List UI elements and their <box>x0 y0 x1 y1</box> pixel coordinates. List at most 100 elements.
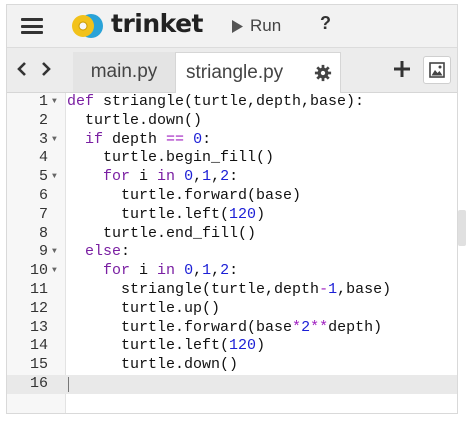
top-header: trinket Run ? <box>7 5 457 48</box>
number-token: 1 <box>202 168 212 186</box>
text-token: turtle.down() <box>121 356 239 374</box>
fold-arrow-icon[interactable]: ▼ <box>52 93 57 112</box>
brand-name: trinket <box>111 9 204 38</box>
operator-token: ** <box>310 318 329 336</box>
operator-token: * <box>292 318 302 336</box>
number-token: 0 <box>184 168 194 186</box>
operator-token: == <box>166 130 185 148</box>
keyword-token: for <box>103 262 131 280</box>
code-editor[interactable]: 1 ▼ def striangle(turtle,depth,base): 2 tur… <box>7 93 457 413</box>
help-button[interactable]: ? <box>320 13 331 34</box>
image-view-button[interactable] <box>423 56 451 84</box>
number-token: 1 <box>328 280 338 298</box>
code-text: turtle.end_fill() <box>67 225 256 244</box>
text-token: striangle(turtle,depth,base): <box>94 93 365 110</box>
line-number: 9 <box>38 243 48 261</box>
line-number: 7 <box>38 205 48 223</box>
number-token: 2 <box>220 262 230 280</box>
text-token: turtle.left( <box>121 337 230 355</box>
text-token: turtle.up() <box>121 299 221 317</box>
line-number: 5 <box>38 168 48 186</box>
code-line[interactable]: 2 turtle.down() <box>7 112 457 131</box>
code-line[interactable]: 6 turtle.forward(base) <box>7 187 457 206</box>
text-token: turtle.down() <box>85 111 203 129</box>
text-token: , <box>211 262 221 280</box>
chevron-right-icon[interactable] <box>37 58 55 80</box>
play-icon <box>232 19 243 33</box>
code-line[interactable]: 7 turtle.left(120) <box>7 206 457 225</box>
code-text: turtle.left(120) <box>67 337 265 356</box>
plus-icon[interactable] <box>393 60 411 78</box>
code-line[interactable]: 14 turtle.left(120) <box>7 337 457 356</box>
code-line[interactable]: 15 turtle.down() <box>7 356 457 375</box>
code-line[interactable]: 5 ▼ for i in 0,1,2: <box>7 168 457 187</box>
number-token: 0 <box>184 262 194 280</box>
image-icon <box>429 62 445 78</box>
code-text: striangle(turtle,depth-1,base) <box>67 281 391 300</box>
line-number: 3 <box>38 130 48 148</box>
chevron-left-icon[interactable] <box>13 58 31 80</box>
code-text: turtle.down() <box>67 112 202 131</box>
operator-token: - <box>319 280 329 298</box>
fold-arrow-icon[interactable]: ▼ <box>52 262 57 281</box>
line-number: 13 <box>29 318 48 336</box>
tab-label: striangle.py <box>186 62 284 83</box>
text-token: turtle.forward(base) <box>121 186 302 204</box>
text-token: striangle(turtle,depth <box>121 280 320 298</box>
keyword-token: def <box>67 93 95 110</box>
text-token: , <box>193 168 203 186</box>
hamburger-icon[interactable] <box>21 15 43 37</box>
keyword-token: for <box>103 168 131 186</box>
code-line[interactable]: 10 ▼ for i in 0,1,2: <box>7 262 457 281</box>
text-token: i <box>130 262 158 280</box>
line-number: 16 <box>29 374 48 392</box>
code-line[interactable]: 16 <box>7 374 457 394</box>
code-line[interactable]: 1 ▼ def striangle(turtle,depth,base): <box>7 93 457 112</box>
fold-arrow-icon[interactable]: ▼ <box>52 168 57 187</box>
text-token: ,base) <box>337 280 392 298</box>
number-token: 120 <box>229 337 257 355</box>
number-token: 0 <box>193 130 203 148</box>
code-line[interactable]: 4 turtle.begin_fill() <box>7 149 457 168</box>
run-button[interactable]: Run <box>231 13 281 39</box>
line-number: 2 <box>38 111 48 129</box>
code-line[interactable]: 3 ▼ if depth == 0: <box>7 131 457 150</box>
number-token: 120 <box>229 205 257 223</box>
keyword-token: in <box>157 168 176 186</box>
text-token: depth) <box>328 318 383 336</box>
text-token: : <box>121 243 131 261</box>
number-token: 2 <box>301 318 311 336</box>
line-number: 10 <box>29 262 48 280</box>
fold-arrow-icon[interactable]: ▼ <box>52 131 57 150</box>
gear-icon[interactable] <box>314 64 332 82</box>
code-text: turtle.forward(base*2**depth) <box>67 319 382 338</box>
line-number: 6 <box>38 186 48 204</box>
code-lines: 1 ▼ def striangle(turtle,depth,base): 2 tur… <box>7 93 457 394</box>
text-token: : <box>229 262 239 280</box>
tab-striangle-py[interactable]: striangle.py <box>175 52 341 93</box>
text-token: i <box>130 168 158 186</box>
line-number: 12 <box>29 299 48 317</box>
code-line[interactable]: 8 turtle.end_fill() <box>7 225 457 244</box>
text-token: , <box>211 168 221 186</box>
code-line[interactable]: 13 turtle.forward(base*2**depth) <box>7 319 457 338</box>
code-text: turtle.left(120) <box>67 206 265 225</box>
code-text: turtle.down() <box>67 356 238 375</box>
line-number: 11 <box>29 280 48 298</box>
line-number: 4 <box>38 149 48 167</box>
tab-main-py[interactable]: main.py <box>73 52 175 92</box>
code-line[interactable]: 11 striangle(turtle,depth-1,base) <box>7 281 457 300</box>
run-label: Run <box>250 16 282 35</box>
text-token: turtle.forward(base <box>121 318 293 336</box>
text-token: turtle.begin_fill() <box>103 149 275 167</box>
code-text: turtle.begin_fill() <box>67 149 274 168</box>
scrollbar[interactable] <box>458 210 466 246</box>
line-number: 15 <box>29 356 48 374</box>
number-token: 2 <box>220 168 230 186</box>
code-line[interactable]: 9 ▼ else: <box>7 243 457 262</box>
fold-arrow-icon[interactable]: ▼ <box>52 243 57 262</box>
code-line[interactable]: 12 turtle.up() <box>7 300 457 319</box>
code-text: turtle.up() <box>67 300 220 319</box>
text-token: : <box>202 130 212 148</box>
